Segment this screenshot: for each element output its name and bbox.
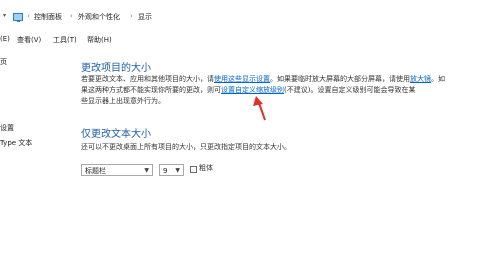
description-text: (不建议)。设置自定义级别可能会导致在某 — [284, 86, 416, 94]
font-size-value: 9 — [163, 167, 168, 175]
sidebar-item-cleartype[interactable]: Type 文本 — [0, 138, 32, 148]
bold-checkbox[interactable] — [190, 166, 197, 173]
breadcrumb-separator-icon: › — [130, 12, 133, 20]
menu-item-help[interactable]: 帮助(H) — [87, 35, 112, 45]
bold-label: 粗体 — [199, 164, 213, 172]
chevron-down-icon: ▼ — [144, 167, 149, 174]
display-settings-link[interactable]: 使用这些显示设置 — [214, 75, 270, 83]
annotation-arrow-icon — [253, 96, 266, 121]
menu-item-view[interactable]: 查看(V) — [17, 35, 41, 45]
description-text: 。如果要临时放大屏幕的大部分屏幕，请使用 — [270, 75, 410, 83]
text-size-description: 还可以不更改桌面上所有项目的大小，只更改指定项目的文本大小。 — [81, 143, 291, 151]
item-select-value: 标题栏 — [85, 167, 106, 175]
sidebar-item-settings[interactable]: 设置 — [0, 123, 14, 133]
item-select[interactable]: 标题栏 ▼ — [81, 164, 153, 176]
chevron-down-icon[interactable]: ▾ — [3, 12, 6, 19]
menu-bar: (E) 查看(V) 工具(T) 帮助(H) — [0, 32, 500, 46]
magnifier-link[interactable]: 放大镜 — [410, 75, 431, 83]
chevron-down-icon: ▼ — [175, 167, 180, 174]
sidebar-item-page[interactable]: 页 — [0, 57, 7, 67]
breadcrumb-separator-icon: › — [27, 12, 30, 20]
description-text: 若要更改文本、应用和其他项目的大小，请 — [81, 75, 214, 83]
breadcrumb-separator-icon: › — [70, 12, 73, 20]
description-line-3: 些显示器上出现意外行为。 — [81, 97, 165, 105]
description-line-1: 若要更改文本、应用和其他项目的大小，请使用这些显示设置。如果要临时放大屏幕的大部… — [81, 74, 445, 84]
breadcrumb-item-control-panel[interactable]: 控制面板 — [34, 12, 62, 22]
breadcrumb-item-appearance[interactable]: 外观和个性化 — [78, 12, 120, 22]
menu-item-edit[interactable]: (E) — [0, 35, 10, 43]
menu-item-tools[interactable]: 工具(T) — [53, 35, 77, 45]
address-bar[interactable]: ▾ › 控制面板 › 外观和个性化 › 显示 — [0, 0, 500, 32]
custom-scaling-link[interactable]: 设置自定义缩放级别 — [221, 86, 284, 94]
section-title-text-size: 仅更改文本大小 — [81, 129, 151, 140]
description-text: 果这两种方式都不能实现你所要的更改，则可 — [81, 86, 221, 94]
description-text: 。如 — [431, 75, 445, 83]
display-icon — [13, 13, 23, 22]
section-title-change-size: 更改项目的大小 — [81, 63, 151, 74]
breadcrumb-item-display[interactable]: 显示 — [138, 12, 152, 22]
font-size-select[interactable]: 9 ▼ — [159, 164, 184, 176]
